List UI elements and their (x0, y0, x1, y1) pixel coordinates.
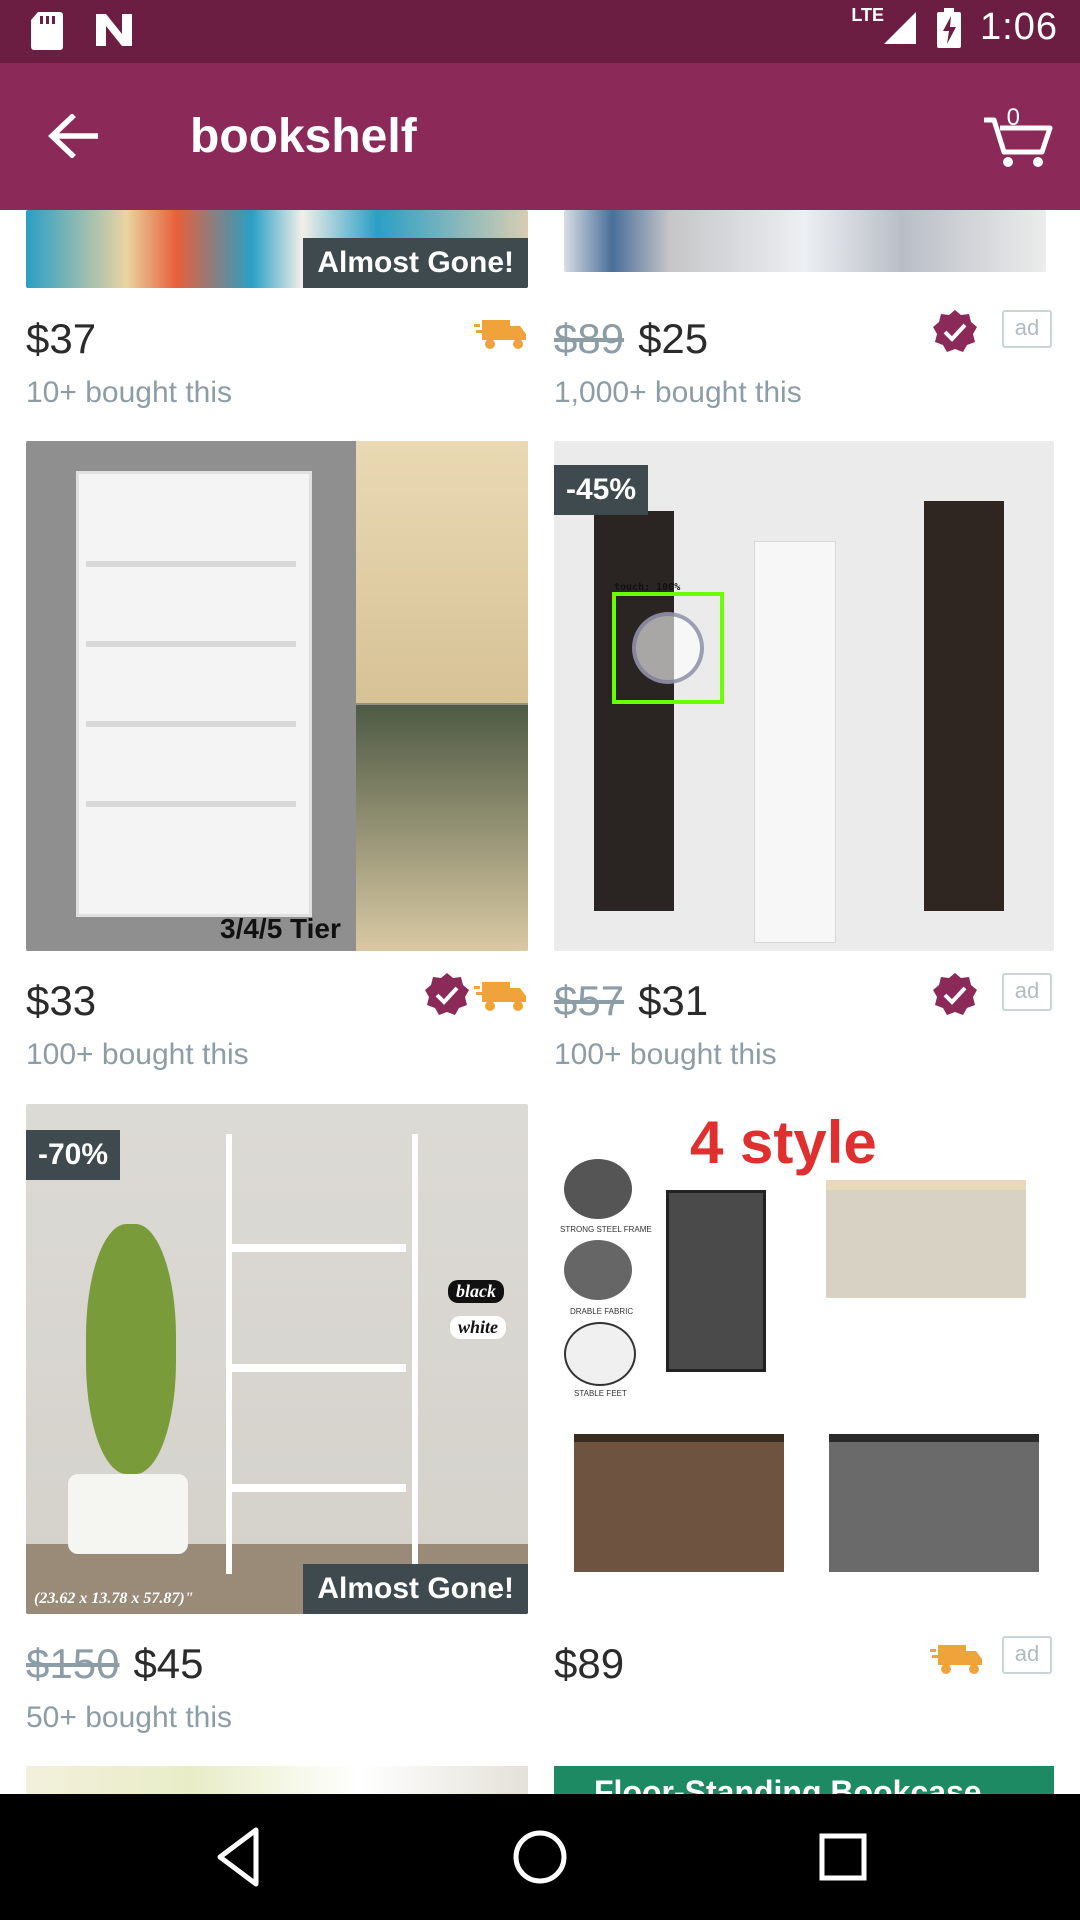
product-card[interactable]: Floor-Standing Bookcase (554, 1766, 1054, 1794)
fast-shipping-icon (474, 982, 526, 1011)
clock: 1:06 (980, 6, 1058, 48)
fast-shipping-icon (930, 1645, 982, 1674)
current-price: $33 (26, 977, 97, 1024)
navigation-bar (0, 1794, 1080, 1920)
product-card[interactable]: Almost Gone! $37 10+ bought this (26, 210, 528, 410)
app-bar: bookshelf 0 (0, 63, 1080, 210)
current-price: $25 (638, 315, 709, 362)
verified-badge-icon (425, 973, 469, 1015)
product-image[interactable]: Almost Gone! (26, 210, 528, 288)
price: $33 (26, 977, 96, 1025)
feature-label: STRONG STEEL FRAME (560, 1225, 652, 1234)
bought-count: 100+ bought this (554, 1038, 777, 1071)
product-image[interactable]: 4 style STRONG STEEL FRAME DRABLE FABRIC… (554, 1104, 1054, 1614)
signal-icon (884, 11, 917, 44)
battery-charging-icon (937, 7, 962, 48)
nav-home-icon[interactable] (507, 1824, 573, 1890)
product-card[interactable]: $89 $25 ad 1,000+ bought this (554, 210, 1056, 410)
price: $150 $45 (26, 1640, 204, 1688)
product-card[interactable] (26, 1766, 528, 1794)
product-card[interactable]: 4 style STRONG STEEL FRAME DRABLE FABRIC… (554, 1104, 1056, 1744)
feature-label: STABLE FEET (574, 1389, 627, 1398)
verified-badge-icon (933, 310, 977, 352)
product-card[interactable]: 3/4/5 Tier $33 100+ bought this (26, 441, 528, 1081)
image-headline: 4 style (690, 1109, 877, 1176)
bought-count: 1,000+ bought this (554, 376, 802, 409)
price: $89 $25 (554, 315, 708, 363)
bought-count: 100+ bought this (26, 1038, 249, 1071)
ad-label: ad (1002, 1636, 1052, 1674)
current-price: $31 (638, 977, 709, 1024)
price: $37 (26, 315, 96, 363)
current-price: $89 (554, 1640, 625, 1687)
n-logo-icon (96, 14, 132, 46)
cart-count: 0 (1006, 104, 1020, 131)
product-image[interactable]: 3/4/5 Tier (26, 441, 528, 951)
feature-label: DRABLE FABRIC (570, 1307, 634, 1316)
current-price: $37 (26, 315, 97, 362)
discount-badge: -45% (554, 465, 649, 515)
product-card[interactable]: -45% $57 $31 ad 100+ bought this (554, 441, 1056, 1081)
current-price: $45 (133, 1640, 204, 1687)
almost-gone-badge: Almost Gone! (303, 1564, 528, 1614)
almost-gone-badge: Almost Gone! (303, 238, 528, 288)
color-option-white: white (450, 1316, 507, 1339)
image-caption: (23.62 x 13.78 x 57.87)" (34, 1590, 194, 1607)
price: $57 $31 (554, 977, 708, 1025)
fast-shipping-icon (474, 320, 526, 349)
nav-back-icon[interactable] (206, 1824, 272, 1890)
original-price: $57 (554, 977, 625, 1024)
sd-card-icon (31, 12, 63, 50)
color-option-black: black (448, 1280, 504, 1303)
ad-label: ad (1002, 310, 1052, 348)
bought-count: 10+ bought this (26, 376, 233, 409)
product-image[interactable]: black white -70% (23.62 x 13.78 x 57.87)… (26, 1104, 528, 1614)
partial-banner-text: Floor-Standing Bookcase (594, 1774, 982, 1794)
verified-badge-icon (933, 973, 977, 1015)
status-bar: LTE 1:06 (0, 0, 1080, 63)
page-title: bookshelf (190, 110, 417, 163)
bought-count: 50+ bought this (26, 1701, 233, 1734)
price: $89 (554, 1640, 624, 1688)
network-type: LTE (851, 5, 885, 25)
nav-recents-icon[interactable] (810, 1824, 876, 1890)
image-caption: 3/4/5 Tier (220, 913, 341, 944)
product-image[interactable] (564, 210, 1046, 272)
touch-indicator (612, 592, 724, 704)
original-price: $89 (554, 315, 625, 362)
discount-badge: -70% (26, 1130, 121, 1180)
cart-button[interactable]: 0 (980, 98, 1054, 172)
back-button[interactable] (40, 103, 106, 169)
product-card[interactable]: black white -70% (23.62 x 13.78 x 57.87)… (26, 1104, 528, 1744)
original-price: $150 (26, 1640, 120, 1687)
ad-label: ad (1002, 973, 1052, 1011)
back-arrow-icon (48, 114, 98, 158)
